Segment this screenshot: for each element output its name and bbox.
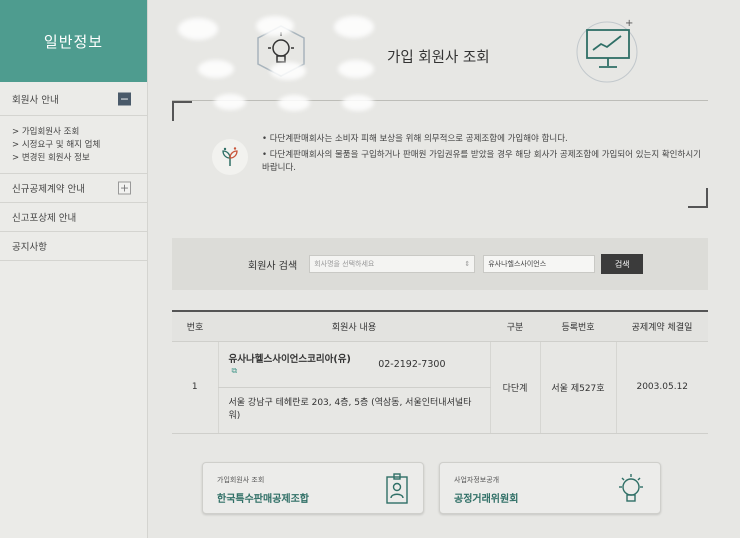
sidebar-submenu: > 가입회원사 조회 > 시정요구 및 해지 업체 > 변경된 회원사 정보 <box>0 116 147 174</box>
external-link-icon[interactable]: ⧉ <box>232 366 238 376</box>
company-name[interactable]: 유사나헬스사이언스코리아(유) <box>229 354 351 365</box>
select-arrow-icon: ⇕ <box>464 260 471 268</box>
monitor-chart-icon: + <box>576 18 638 83</box>
page-title: 가입 회원사 조회 <box>387 50 490 66</box>
table-header-row: 번호 회원사 내용 구분 등록번호 공제계약 체결일 <box>172 310 708 342</box>
card-business-info[interactable]: 사업자정보공개 공정거래위원회 <box>439 462 661 514</box>
card-title: 한국특수판매공제조합 <box>217 494 309 505</box>
cell-no: 1 <box>172 341 218 434</box>
sidebar: 일반정보 회원사 안내 − > 가입회원사 조회 > 시정요구 및 해지 업체 … <box>0 0 148 538</box>
sidebar-item-label: 공지사항 <box>12 242 47 253</box>
submenu-correction-terminated[interactable]: > 시정요구 및 해지 업체 <box>12 139 147 152</box>
sprout-icon <box>212 139 248 175</box>
cell-regno: 서울 제527호 <box>539 341 616 434</box>
cell-type: 다단계 <box>489 341 540 434</box>
col-header-type: 구분 <box>490 310 540 342</box>
corner-decoration <box>688 188 708 208</box>
search-label: 회원사 검색 <box>248 260 298 272</box>
card-subtitle: 가입회원사 조회 <box>217 476 265 484</box>
svg-text:+: + <box>625 18 633 29</box>
submenu-changed-info[interactable]: > 변경된 회원사 정보 <box>12 152 147 165</box>
company-select[interactable]: 회사명을 선택하세요 ⇕ <box>309 255 476 273</box>
notice-line: 다단계판매회사는 소비자 피해 보상을 위해 의무적으로 공제조합에 가입해야 … <box>262 133 702 146</box>
submenu-member-lookup[interactable]: > 가입회원사 조회 <box>12 126 147 139</box>
screen-glare <box>178 18 218 40</box>
select-placeholder: 회사명을 선택하세요 <box>314 260 375 268</box>
id-badge-icon <box>386 473 408 504</box>
screen-glare <box>198 60 234 78</box>
screen-glare <box>338 60 374 78</box>
sidebar-item-label: 회원사 안내 <box>12 94 59 106</box>
col-header-no: 번호 <box>172 310 218 342</box>
screen-glare <box>256 16 294 36</box>
main-content: 가입 회원사 조회 + 다단계판매회사는 소비자 피해 보상을 위해 의무적으로… <box>172 0 708 538</box>
sidebar-item-report-reward[interactable]: 신고포상제 안내 <box>0 203 147 232</box>
sidebar-item-new-contract[interactable]: 신규공제계약 안내 + <box>0 174 147 203</box>
search-button[interactable]: 검색 <box>601 254 644 274</box>
search-bar: 회원사 검색 회사명을 선택하세요 ⇕ 검색 <box>172 238 708 290</box>
cell-date: 2003.05.12 <box>615 341 708 434</box>
sidebar-item-label: 신고포상제 안내 <box>12 213 77 224</box>
sidebar-item-label: 신규공제계약 안내 <box>12 184 85 195</box>
table-row: 1 유사나헬스사이언스코리아(유)⧉ 02-2192-7300 다단계 서울 제… <box>172 341 708 434</box>
sidebar-item-member-info[interactable]: 회원사 안내 − <box>0 82 147 116</box>
corner-decoration <box>172 101 192 121</box>
col-header-regno: 등록번호 <box>540 310 616 342</box>
expand-icon[interactable]: + <box>118 181 131 195</box>
search-input[interactable] <box>483 255 596 273</box>
col-header-date: 공제계약 체결일 <box>616 310 708 342</box>
screen-glare <box>270 62 306 80</box>
screen-glare <box>214 94 246 110</box>
notice-box: 다단계판매회사는 소비자 피해 보상을 위해 의무적으로 공제조합에 가입해야 … <box>172 100 708 208</box>
collapse-icon[interactable]: − <box>118 92 131 105</box>
sidebar-item-notice[interactable]: 공지사항 <box>0 232 147 261</box>
sidebar-title: 일반정보 <box>0 0 147 82</box>
col-header-content: 회원사 내용 <box>218 310 490 342</box>
card-title: 공정거래위원회 <box>454 494 519 505</box>
cell-company: 유사나헬스사이언스코리아(유)⧉ 02-2192-7300 <box>217 341 490 388</box>
screen-glare <box>278 95 310 111</box>
card-member-lookup[interactable]: 가입회원사 조회 한국특수판매공제조합 <box>202 462 424 514</box>
screen-glare <box>342 95 374 111</box>
result-table: 번호 회원사 내용 구분 등록번호 공제계약 체결일 1 유사나헬스사이언스코리… <box>172 310 708 434</box>
screen-glare <box>334 16 374 38</box>
cell-address: 서울 강남구 테헤란로 203, 4층, 5층 (역삼동, 서울인터내셔널타워) <box>217 387 490 434</box>
notice-text: 다단계판매회사는 소비자 피해 보상을 위해 의무적으로 공제조합에 가입해야 … <box>262 133 702 178</box>
lightbulb-icon <box>619 474 643 502</box>
company-phone: 02-2192-7300 <box>378 358 446 370</box>
notice-line: 다단계판매회사의 물품을 구입하거나 판매원 가입권유를 받았을 경우 해당 회… <box>262 149 702 175</box>
card-subtitle: 사업자정보공개 <box>454 476 500 484</box>
